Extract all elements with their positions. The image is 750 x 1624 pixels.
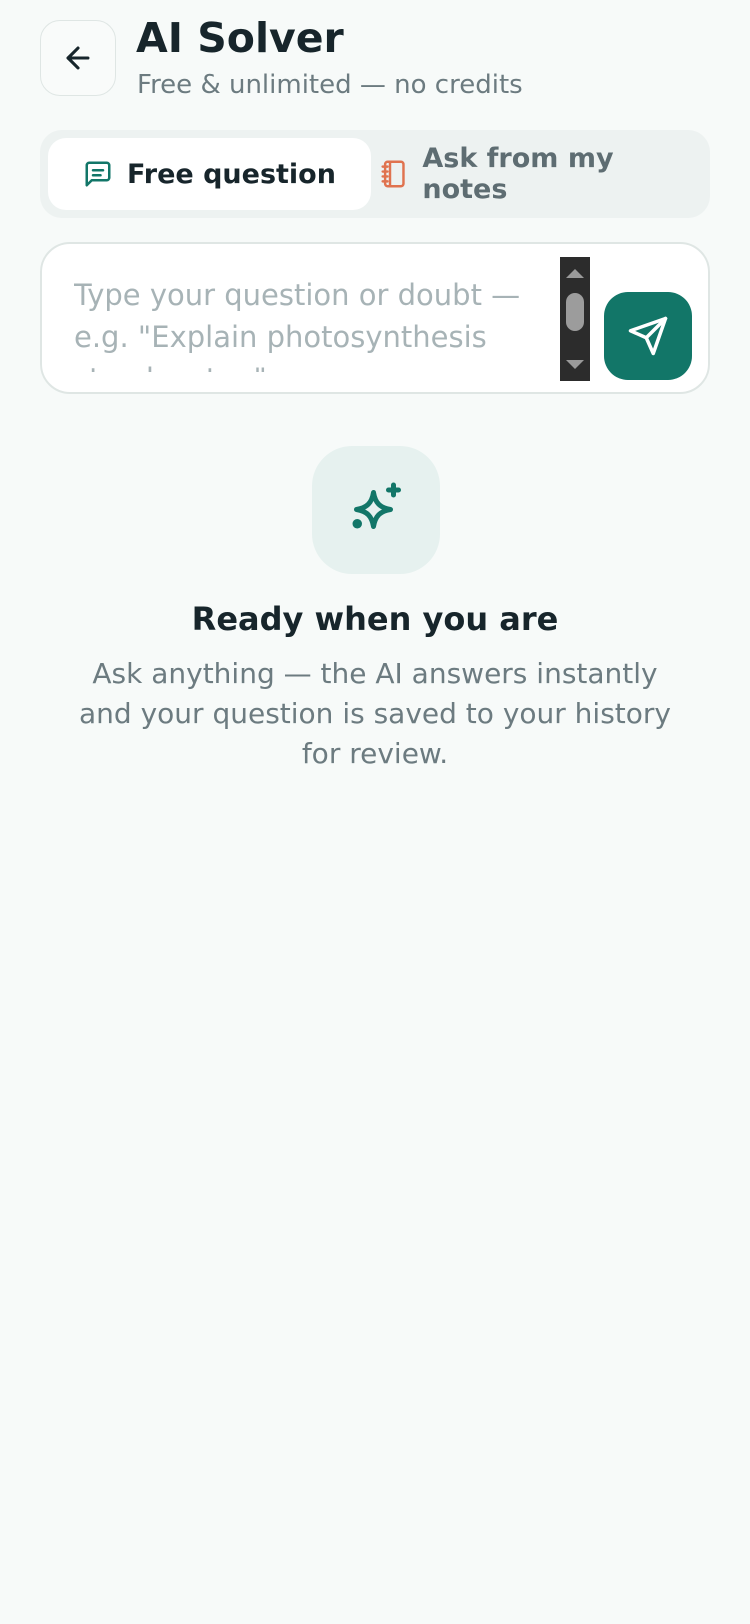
question-composer xyxy=(40,242,710,394)
input-scrollbar[interactable] xyxy=(560,257,590,381)
empty-state-title: Ready when you are xyxy=(191,600,559,638)
tab-ask-from-notes[interactable]: Ask from my notes xyxy=(379,138,702,210)
send-icon xyxy=(628,316,668,356)
scrollbar-thumb[interactable] xyxy=(566,293,584,331)
send-button[interactable] xyxy=(604,292,692,380)
notebook-icon xyxy=(381,160,405,188)
question-input[interactable] xyxy=(74,274,534,372)
empty-state-description: Ask anything — the AI answers instantly … xyxy=(79,657,671,770)
empty-state-icon-tile xyxy=(312,446,440,574)
scroll-up-arrow-icon[interactable] xyxy=(566,269,584,278)
page-title: AI Solver xyxy=(136,14,344,62)
sparkles-icon xyxy=(352,482,401,529)
tab-free-question-label: Free question xyxy=(127,158,336,190)
page-subtitle: Free & unlimited — no credits xyxy=(137,70,523,100)
tab-ask-from-notes-label: Ask from my notes xyxy=(422,143,614,205)
scroll-down-arrow-icon[interactable] xyxy=(566,360,584,369)
mode-tabs: Free question Ask from my notes xyxy=(40,130,710,218)
message-square-icon xyxy=(85,161,111,187)
arrow-left-icon xyxy=(66,46,90,70)
tab-free-question[interactable]: Free question xyxy=(48,138,371,210)
back-button[interactable] xyxy=(40,20,116,96)
